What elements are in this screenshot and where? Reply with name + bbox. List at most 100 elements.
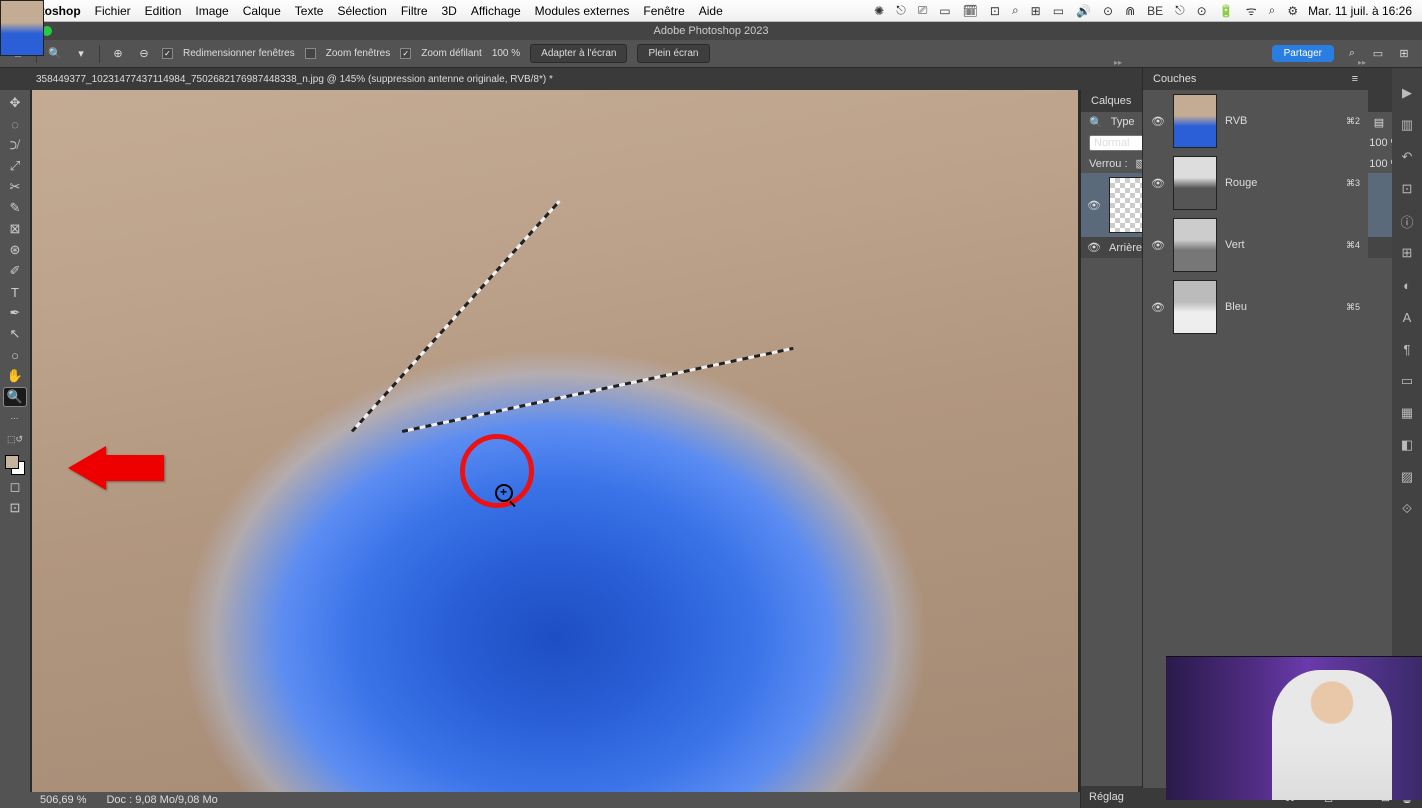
menu-filtre[interactable]: Filtre — [401, 4, 428, 18]
status-icon[interactable]: ⊙ — [1197, 4, 1207, 18]
wifi-icon[interactable]: ᯤ — [1246, 2, 1257, 19]
zoom-tool[interactable]: 🔍 — [4, 388, 26, 406]
menu-aide[interactable]: Aide — [699, 4, 723, 18]
channel-row[interactable]: 👁 Rouge ⌘3 — [1143, 152, 1368, 214]
sound-icon[interactable]: 🔊 — [1076, 4, 1091, 18]
play-icon[interactable]: ▶ — [1398, 84, 1416, 102]
status-icon[interactable]: ⊞ — [1031, 4, 1041, 18]
search-icon[interactable]: 🔍 — [1089, 116, 1103, 129]
properties-icon[interactable]: ⊞ — [1398, 244, 1416, 262]
arrange-icon[interactable]: ⊞ — [1396, 46, 1412, 62]
eyedropper-tool[interactable]: ✎ — [4, 199, 26, 217]
visibility-icon[interactable]: 👁 — [1151, 239, 1165, 252]
workspace-icon[interactable]: ▭ — [1370, 46, 1386, 62]
chevron-down-icon[interactable]: ▾ — [73, 46, 89, 62]
foreground-background-colors[interactable] — [5, 455, 25, 475]
status-icon[interactable]: 🗓 — [963, 4, 978, 18]
channel-row[interactable]: 👁 Bleu ⌘5 — [1143, 276, 1368, 338]
screenmode-icon[interactable]: ⊡ — [4, 499, 26, 517]
document-canvas[interactable] — [32, 90, 1078, 792]
zoom-scroll-checkbox[interactable] — [400, 48, 411, 59]
adjustments-icon[interactable]: ◐ — [1398, 276, 1416, 294]
menu-fichier[interactable]: Fichier — [95, 4, 131, 18]
swatches-icon[interactable]: ▦ — [1398, 404, 1416, 422]
status-icon[interactable]: ⎚ — [918, 3, 928, 18]
layers-tab[interactable]: Calques — [1091, 95, 1131, 107]
channels-tab[interactable]: Couches — [1153, 73, 1196, 85]
channel-row[interactable]: 👁 RVB ⌘2 — [1143, 90, 1368, 152]
marquee-tool[interactable]: ◌ — [4, 115, 26, 133]
zoom-out-icon[interactable]: ⊖ — [136, 46, 152, 62]
resize-windows-checkbox[interactable] — [162, 48, 173, 59]
history-icon[interactable]: ↶ — [1398, 148, 1416, 166]
menu-fenetre[interactable]: Fenêtre — [643, 4, 684, 18]
wand-tool[interactable]: ⤢ — [4, 157, 26, 175]
navigator-icon[interactable]: ⊡ — [1398, 180, 1416, 198]
status-icon[interactable]: ▭ — [939, 4, 950, 18]
keyboard-icon[interactable]: BE — [1147, 4, 1163, 18]
panel-collapse-icon[interactable]: ▸▸ — [1358, 58, 1366, 67]
zoom-level[interactable]: 506,69 % — [40, 794, 86, 806]
menu-selection[interactable]: Sélection — [337, 4, 386, 18]
visibility-icon[interactable]: 👁 — [1151, 115, 1165, 128]
document-tab[interactable]: 358449377_10231477437114984_750268217698… — [36, 74, 553, 85]
shape-tool[interactable]: ○ — [4, 346, 26, 364]
lasso-tool[interactable]: ⟉ — [4, 136, 26, 154]
fit-screen-button[interactable]: Adapter à l'écran — [530, 44, 627, 63]
info-icon[interactable]: ⓘ — [1398, 212, 1416, 230]
control-center-icon[interactable]: ⚙ — [1287, 4, 1298, 18]
status-icon[interactable]: ⊙ — [1103, 4, 1113, 18]
path-tool[interactable]: ↖ — [4, 325, 26, 343]
crop-tool[interactable]: ✂ — [4, 178, 26, 196]
brush-tool[interactable]: ✐ — [4, 262, 26, 280]
share-button[interactable]: Partager — [1272, 45, 1334, 62]
menubar-clock[interactable]: Mar. 11 juil. à 16:26 — [1308, 4, 1412, 18]
zoom-in-icon[interactable]: ⊕ — [110, 46, 126, 62]
visibility-icon[interactable]: 👁 — [1087, 199, 1101, 212]
menu-edition[interactable]: Edition — [145, 4, 182, 18]
menu-modules[interactable]: Modules externes — [535, 4, 630, 18]
status-icon[interactable]: ⋒ — [1125, 4, 1135, 18]
filter-kind-label[interactable]: Type — [1111, 116, 1135, 128]
quickmask-icon[interactable]: ◻ — [4, 478, 26, 496]
swap-colors-icon[interactable]: ⬚↺ — [4, 430, 26, 448]
zoom-pct[interactable]: 100 % — [492, 48, 520, 59]
doc-size[interactable]: Doc : 9,08 Mo/9,08 Mo — [106, 794, 217, 806]
zoom-tool-icon[interactable]: 🔍 — [47, 46, 63, 62]
histogram-icon[interactable]: ▥ — [1398, 116, 1416, 134]
paragraph-icon[interactable]: ¶ — [1398, 340, 1416, 358]
menu-3d[interactable]: 3D — [442, 4, 457, 18]
libraries-icon[interactable]: ▭ — [1398, 372, 1416, 390]
visibility-icon[interactable]: 👁 — [1151, 301, 1165, 314]
frame-tool[interactable]: ⊠ — [4, 220, 26, 238]
channel-thumbnail[interactable] — [1173, 280, 1217, 334]
move-tool[interactable]: ✥ — [4, 94, 26, 112]
zoom-windows-checkbox[interactable] — [305, 48, 316, 59]
paths-icon[interactable]: ⟐ — [1398, 500, 1416, 518]
patterns-icon[interactable]: ▨ — [1398, 468, 1416, 486]
panel-menu-icon[interactable]: ≡ — [1352, 73, 1358, 85]
fullscreen-button[interactable]: Plein écran — [637, 44, 709, 63]
character-icon[interactable]: A — [1398, 308, 1416, 326]
bluetooth-icon[interactable]: ⎋ — [1175, 3, 1185, 18]
layer-thumbnail[interactable] — [0, 0, 44, 56]
status-icon[interactable]: ⎋ — [896, 3, 906, 18]
channel-thumbnail[interactable] — [1173, 156, 1217, 210]
channel-thumbnail[interactable] — [1173, 94, 1217, 148]
menu-calque[interactable]: Calque — [243, 4, 281, 18]
search-icon[interactable]: ⌕ — [1269, 3, 1276, 18]
status-icon[interactable]: ▭ — [1053, 4, 1064, 18]
hand-tool[interactable]: ✋ — [4, 367, 26, 385]
healing-tool[interactable]: ⊛ — [4, 241, 26, 259]
menu-texte[interactable]: Texte — [295, 4, 324, 18]
status-icon[interactable]: ⌕ — [1012, 3, 1019, 18]
visibility-icon[interactable]: 👁 — [1087, 241, 1101, 254]
gradients-icon[interactable]: ◧ — [1398, 436, 1416, 454]
edit-toolbar[interactable]: ⋯ — [4, 409, 26, 427]
channel-thumbnail[interactable] — [1173, 218, 1217, 272]
channel-row[interactable]: 👁 Vert ⌘4 — [1143, 214, 1368, 276]
type-tool[interactable]: T — [4, 283, 26, 301]
visibility-icon[interactable]: 👁 — [1151, 177, 1165, 190]
menu-image[interactable]: Image — [195, 4, 228, 18]
status-icon[interactable]: ✺ — [874, 4, 884, 18]
